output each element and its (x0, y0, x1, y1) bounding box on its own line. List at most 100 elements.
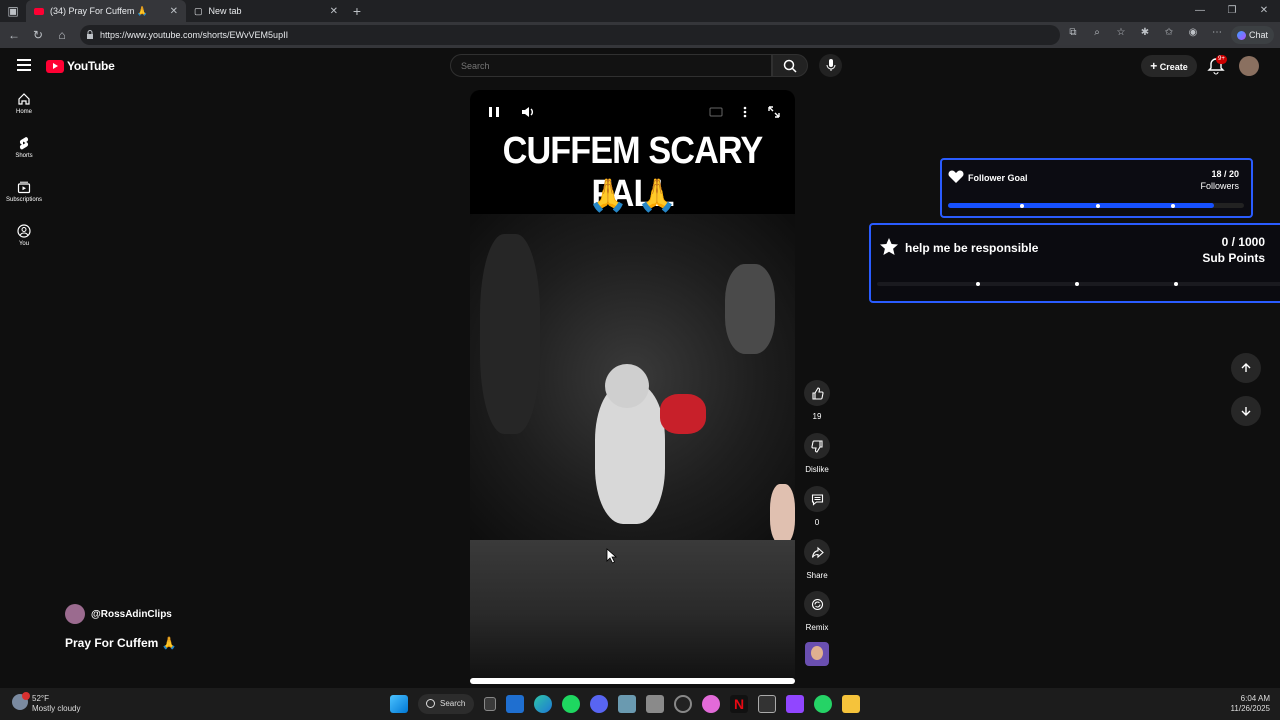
goal-unit: Sub Points (1202, 251, 1265, 265)
menu-icon[interactable] (17, 59, 31, 74)
goal-milestone (1171, 203, 1175, 208)
captions-icon[interactable] (708, 104, 724, 120)
back-icon[interactable]: ← (2, 28, 26, 42)
menu-dots-icon[interactable]: ⋯ (1210, 26, 1224, 40)
install-app-icon[interactable]: ⧉ (1066, 26, 1080, 40)
dislike-button[interactable]: Dislike (803, 433, 831, 474)
search-button[interactable] (772, 54, 808, 77)
home-button-icon[interactable]: ⌂ (50, 28, 74, 42)
share-button[interactable]: Share (803, 539, 831, 580)
share-icon (811, 546, 824, 558)
comment-count: 0 (814, 518, 820, 527)
minimize-icon[interactable]: — (1184, 0, 1216, 22)
like-button[interactable]: 19 (803, 380, 831, 421)
create-button[interactable]: + Create (1141, 55, 1197, 77)
remix-icon (811, 598, 823, 610)
discord-icon[interactable] (590, 695, 608, 713)
comments-circle (804, 486, 830, 512)
whatsapp-icon[interactable] (814, 695, 832, 713)
goal-milestone (976, 282, 980, 286)
comments-button[interactable]: 0 (803, 486, 831, 527)
address-bar-row: ← ↻ ⌂ https://www.youtube.com/shorts/EWv… (0, 22, 1280, 48)
search-icon (783, 59, 797, 73)
dislike-label: Dislike (805, 465, 829, 474)
mail-app-icon[interactable] (758, 695, 776, 713)
profile-icon[interactable]: ◉ (1186, 26, 1200, 40)
calendar-app-icon[interactable] (506, 695, 524, 713)
network-app-icon[interactable] (618, 695, 636, 713)
volume-icon[interactable] (520, 104, 536, 120)
pause-icon[interactable] (486, 104, 502, 120)
share-label: Share (806, 571, 828, 580)
sidebar-item-label: Shorts (15, 153, 33, 159)
remix-label: Remix (805, 623, 829, 632)
channel-info[interactable]: @RossAdinClips (65, 604, 172, 624)
itunes-icon[interactable] (702, 695, 720, 713)
reload-icon[interactable]: ↻ (26, 28, 50, 42)
shorts-player[interactable]: CUFFEM SCARY FALL 🙏 🙏 (470, 90, 795, 686)
sidebar-item-label: You (18, 241, 30, 247)
close-tab-icon[interactable]: ✕ (170, 6, 178, 17)
restore-icon[interactable]: ❐ (1216, 0, 1248, 22)
close-window-icon[interactable]: ✕ (1248, 0, 1280, 22)
task-view-icon[interactable] (484, 697, 496, 711)
copilot-icon (1237, 31, 1247, 41)
sidebar-item-home[interactable]: Home (0, 92, 48, 136)
channel-handle[interactable]: @RossAdinClips (91, 609, 172, 620)
extensions-icon[interactable]: ✱ (1138, 26, 1152, 40)
create-label: Create (1159, 62, 1188, 72)
edge-browser-icon[interactable] (534, 695, 552, 713)
account-avatar[interactable] (1239, 56, 1259, 76)
netflix-icon[interactable]: N (730, 695, 748, 713)
voice-search-button[interactable] (819, 54, 842, 77)
remix-button[interactable]: Remix (803, 591, 831, 632)
url-text: https://www.youtube.com/shorts/EWvVEM5up… (100, 30, 289, 40)
mini-guide: Home Shorts Subscriptions You (0, 92, 48, 268)
taskbar-search[interactable]: Search (418, 694, 474, 714)
search-input[interactable] (450, 54, 772, 77)
previous-short-button[interactable] (1231, 353, 1261, 383)
chat-button[interactable]: Chat (1231, 26, 1274, 44)
system-clock[interactable]: 6:04 AM 11/26/2025 (1231, 694, 1270, 714)
sidebar-item-shorts[interactable]: Shorts (0, 136, 48, 180)
sidebar-item-label: Subscriptions (5, 197, 43, 203)
youtube-logo[interactable]: YouTube (46, 59, 115, 73)
video-figure (770, 484, 795, 544)
bookmark-star-icon[interactable]: ☆ (1114, 26, 1128, 40)
video-figure (480, 234, 540, 434)
tab-youtube[interactable]: (34) Pray For Cuffem 🙏 - Yo ✕ (26, 0, 186, 22)
twitch-icon[interactable] (786, 695, 804, 713)
sidebar-item-subscriptions[interactable]: Subscriptions (0, 180, 48, 224)
like-circle (804, 380, 830, 406)
tab-new-tab[interactable]: ▢ New tab ✕ (186, 0, 346, 22)
obs-icon[interactable] (674, 695, 692, 713)
file-app-icon[interactable] (646, 695, 664, 713)
video-progress-bar[interactable] (470, 678, 795, 684)
site-info-icon[interactable] (86, 30, 94, 39)
channel-avatar[interactable] (65, 604, 85, 624)
star-icon (880, 238, 898, 255)
favorites-icon[interactable]: ✩ (1162, 26, 1176, 40)
url-field[interactable]: https://www.youtube.com/shorts/EWvVEM5up… (80, 25, 1060, 45)
goal-unit: Followers (1200, 181, 1239, 191)
start-windows-icon[interactable] (390, 695, 408, 713)
arrow-up-icon (1241, 363, 1251, 372)
clock-date: 11/26/2025 (1230, 704, 1270, 713)
next-short-button[interactable] (1231, 396, 1261, 426)
zoom-icon[interactable]: ⌕ (1090, 26, 1104, 40)
channel-thumbnail[interactable] (805, 642, 829, 666)
close-tab-icon[interactable]: ✕ (330, 6, 338, 17)
new-tab-icon[interactable]: + (346, 3, 368, 19)
tab-title: New tab (208, 6, 242, 16)
toolbar-icons: ⧉ ⌕ ☆ ✱ ✩ ◉ ⋯ (1066, 26, 1224, 40)
video-figure (725, 264, 775, 354)
fullscreen-icon[interactable] (766, 104, 782, 120)
more-options-icon[interactable] (737, 104, 753, 120)
goal-milestone (1075, 282, 1079, 286)
goal-count-block: 0 / 1000 Sub Points (1202, 234, 1265, 266)
tab-actions-icon[interactable]: ▣ (0, 4, 26, 18)
file-explorer-icon[interactable] (842, 695, 860, 713)
weather-widget[interactable]: 52°F Mostly cloudy (12, 692, 80, 714)
spotify-icon[interactable] (562, 695, 580, 713)
sidebar-item-you[interactable]: You (0, 224, 48, 268)
